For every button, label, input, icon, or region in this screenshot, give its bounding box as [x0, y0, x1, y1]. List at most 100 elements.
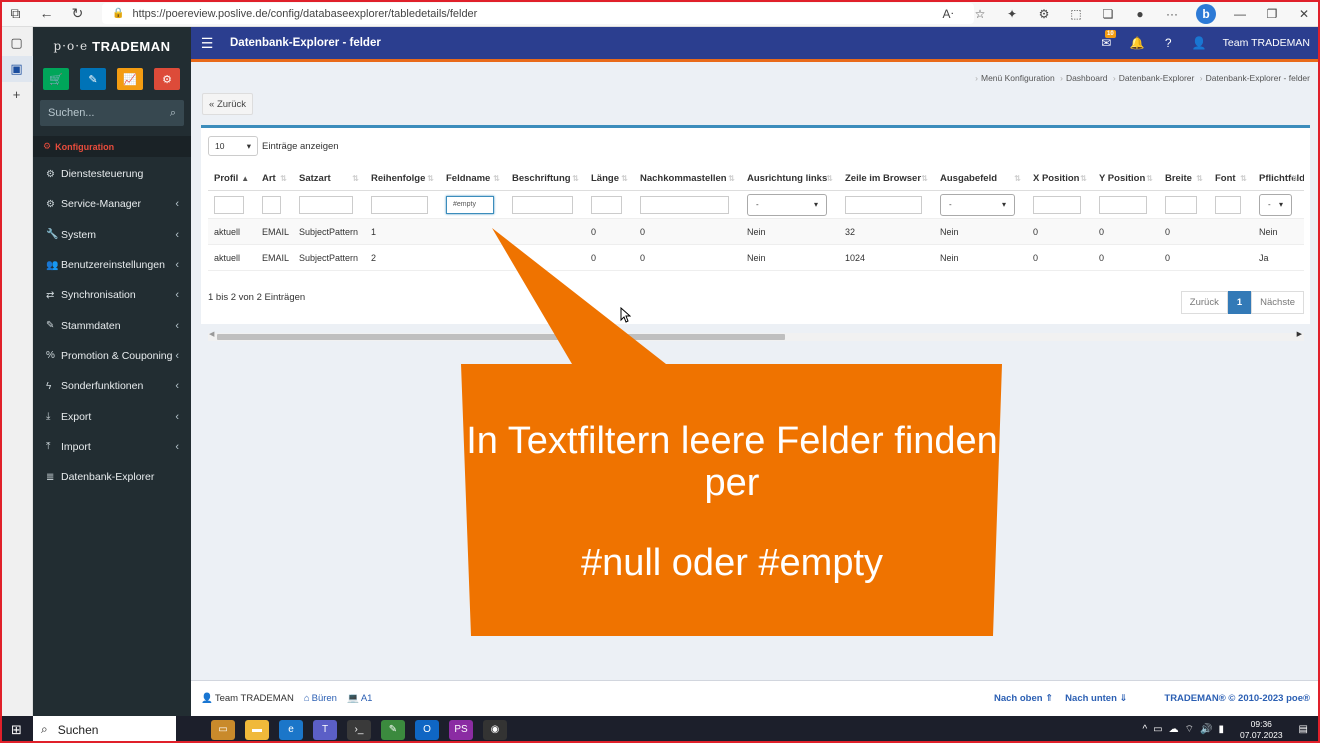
minimize-icon[interactable]: — [1224, 7, 1256, 21]
reload-icon[interactable]: ↻ [62, 5, 93, 22]
tab-actions-icon[interactable]: ▢ [0, 30, 33, 56]
breadcrumb-item[interactable]: Menü Konfiguration [981, 73, 1055, 83]
column-filter-input[interactable] [512, 195, 573, 214]
column-header[interactable]: Feldname ⇅ [440, 167, 506, 191]
column-header[interactable]: Reihenfolge ⇅ [365, 167, 440, 191]
column-header[interactable]: Art ⇅ [256, 167, 293, 191]
favorite-star-icon[interactable]: ☆ [964, 7, 996, 21]
wifi-icon[interactable]: ⌔ [1185, 723, 1194, 736]
back-icon[interactable]: ← [31, 5, 62, 21]
footer-location[interactable]: ⌂ Büren [304, 693, 337, 704]
battery-icon[interactable]: ▮ [1218, 724, 1224, 735]
column-filter-input[interactable] [1215, 195, 1241, 214]
close-icon[interactable]: ✕ [1288, 7, 1320, 21]
scrollbar-thumb[interactable] [217, 334, 785, 340]
puzzle-icon[interactable]: ⬚ [1060, 7, 1092, 21]
table-row[interactable]: aktuell EMAIL SubjectPattern 1 0 0 Nein 32 Nein 0… [208, 219, 1304, 245]
footer-terminal[interactable]: 💻 A1 [347, 693, 372, 704]
column-header[interactable]: Profil ▲ [208, 167, 256, 191]
sidebar-item-system[interactable]: 🔧 System ‹ [33, 220, 191, 250]
search-icon[interactable]: ⌕ [170, 107, 176, 120]
collections-icon[interactable]: ❏ [1092, 7, 1124, 21]
column-header[interactable]: Beschriftung ⇅ [506, 167, 585, 191]
outlook-icon[interactable]: O [415, 719, 439, 740]
sidebar-item-service-manager[interactable]: ⚙ Service-Manager ‹ [33, 189, 191, 219]
column-filter-input[interactable] [591, 195, 622, 214]
column-filter-input[interactable] [1165, 195, 1197, 214]
chevron-up-icon[interactable]: ^ [1142, 724, 1147, 735]
table-row[interactable]: aktuell EMAIL SubjectPattern 2 0 0 Nein 1024 Nei… [208, 245, 1304, 271]
more-icon[interactable]: ··· [1156, 7, 1188, 21]
user-icon[interactable]: 👤 [1184, 36, 1215, 50]
sidebar-item-export[interactable]: ⤓ Export ‹ [33, 401, 191, 431]
notepad-icon[interactable]: ✎ [381, 719, 405, 740]
next-page-button[interactable]: Nächste [1251, 291, 1304, 314]
column-filter-input[interactable] [640, 195, 729, 214]
maximize-icon[interactable]: ❐ [1256, 7, 1288, 21]
bell-icon[interactable]: 🔔 [1122, 36, 1153, 50]
column-filter-input[interactable] [214, 195, 244, 214]
sidebar-item-synchronisation[interactable]: ⇄ Synchronisation ‹ [33, 280, 191, 310]
sidebar-item-promotion[interactable]: % Promotion & Couponing ‹ [33, 341, 191, 371]
volume-icon[interactable]: 🔊 [1200, 724, 1212, 735]
scroll-top-link[interactable]: Nach oben ⇑ [994, 693, 1053, 704]
mail-icon[interactable]: ✉ 10 [1091, 30, 1122, 50]
read-aloud-icon[interactable]: Aᐧ [932, 7, 964, 21]
bing-icon[interactable]: b [1196, 3, 1216, 24]
windows-start-icon[interactable]: ⊞ [0, 722, 33, 738]
chart-button[interactable]: 📈 [117, 68, 143, 90]
page-1-button[interactable]: 1 [1227, 291, 1252, 314]
teams-icon[interactable]: T [313, 719, 337, 740]
sidebar-item-dienstesteuerung[interactable]: ⚙ Dienstesteuerung [33, 159, 191, 189]
profile-icon[interactable]: ● [1124, 7, 1156, 21]
sidebar-search-input[interactable]: Suchen... ⌕ [40, 100, 184, 126]
active-tab-icon[interactable]: ▣ [0, 56, 33, 82]
user-menu[interactable]: Team TRADEMAN [1223, 37, 1310, 49]
column-filter-select[interactable]: - ▾ [940, 193, 1015, 216]
breadcrumb-item[interactable]: Datenbank-Explorer [1119, 73, 1195, 83]
settings-gear-icon[interactable]: ⚙ [1028, 7, 1060, 21]
column-filter-select[interactable]: - ▾ [1259, 193, 1292, 216]
column-filter-input[interactable] [262, 195, 281, 214]
terminal-icon[interactable]: ›_ [347, 719, 371, 740]
back-button[interactable]: « Zurück [202, 93, 253, 115]
logo[interactable]: p·o·e TRADEMAN [33, 27, 191, 65]
config-button[interactable]: ⚙ [154, 68, 180, 90]
workspaces-icon[interactable]: ⧉ [0, 5, 31, 22]
horizontal-scrollbar[interactable]: ◀ ▶ [208, 330, 1304, 341]
sidebar-item-stammdaten[interactable]: ✎ Stammdaten ‹ [33, 310, 191, 340]
sidebar-item-import[interactable]: ⤒ Import ‹ [33, 432, 191, 462]
new-tab-icon[interactable]: + [0, 82, 33, 108]
column-header[interactable]: Font ⇅ [1209, 167, 1253, 191]
phpstorm-icon[interactable]: PS [449, 719, 473, 740]
sidebar-item-datenbank-explorer[interactable]: ≣ Datenbank-Explorer [33, 462, 191, 492]
scroll-left-icon[interactable]: ◀ [209, 330, 214, 338]
column-filter-input[interactable] [371, 195, 428, 214]
help-icon[interactable]: ? [1153, 36, 1184, 50]
column-header[interactable]: Pflichtfeld ⇅ [1253, 167, 1304, 191]
column-header[interactable]: X Position ⇅ [1027, 167, 1093, 191]
taskbar-search[interactable]: ⌕ Suchen [33, 716, 176, 743]
sidebar-item-konfiguration[interactable]: ⚙ Konfiguration [33, 136, 191, 157]
file-explorer-icon[interactable]: ▬ [245, 719, 269, 740]
column-filter-input[interactable] [1033, 195, 1081, 214]
column-header[interactable]: Y Position ⇅ [1093, 167, 1159, 191]
breadcrumb-item[interactable]: Dashboard [1066, 73, 1108, 83]
column-filter-input[interactable] [1099, 195, 1147, 214]
column-filter-select[interactable]: - ▾ [747, 193, 827, 216]
column-header[interactable]: Breite ⇅ [1159, 167, 1209, 191]
column-filter-input[interactable] [299, 195, 353, 214]
column-header[interactable]: Nachkommastellen ⇅ [634, 167, 741, 191]
column-header[interactable]: Ausgabefeld ⇅ [934, 167, 1027, 191]
column-filter-input[interactable] [845, 195, 922, 214]
feldname-filter-input[interactable]: #empty [446, 195, 494, 214]
cart-button[interactable]: 🛒 [43, 68, 69, 90]
app-icon[interactable]: ◉ [483, 719, 507, 740]
sidebar-item-sonderfunktionen[interactable]: ϟ Sonderfunktionen ‹ [33, 371, 191, 401]
hamburger-menu-icon[interactable]: ☰ [193, 35, 221, 52]
edge-browser-icon[interactable]: e [279, 719, 303, 740]
sidebar-item-benutzereinstellungen[interactable]: 👥 Benutzereinstellungen ‹ [33, 250, 191, 280]
column-header[interactable]: Länge ⇅ [585, 167, 634, 191]
briefcase-app-icon[interactable]: ▭ [211, 719, 235, 740]
extension-icon[interactable]: ✦ [996, 7, 1028, 21]
